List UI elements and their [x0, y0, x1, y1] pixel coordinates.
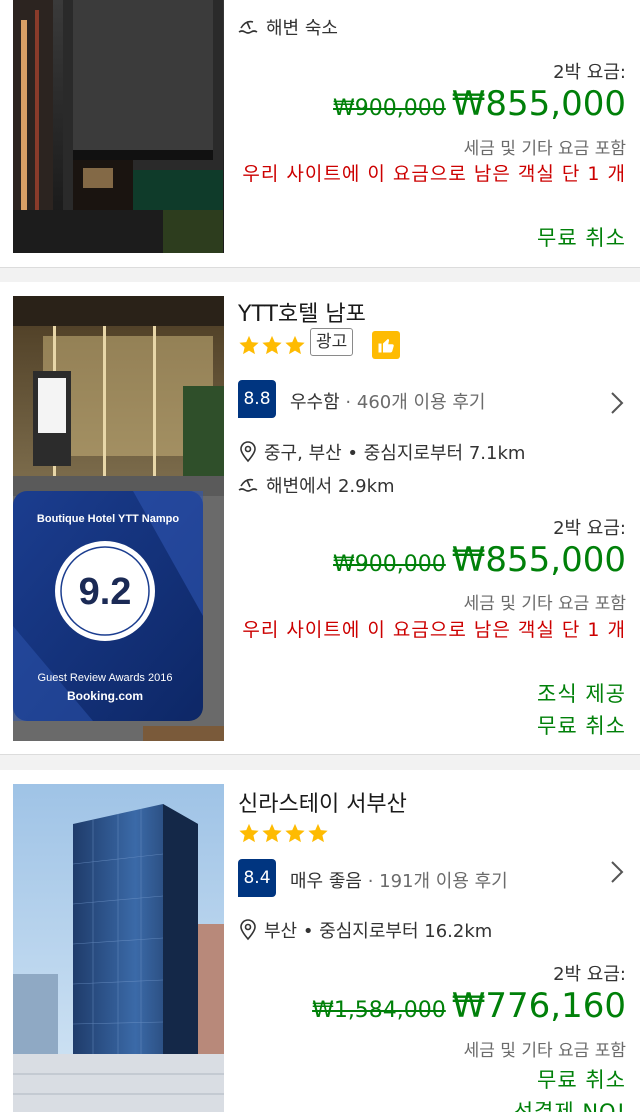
hotel-name[interactable]: 신라스테이 서부산 — [238, 786, 407, 818]
star-icon — [262, 335, 282, 355]
price-row: ₩900,000 ₩855,000 — [333, 540, 626, 580]
hotel-entrance-photo: Boutique Hotel YTT Nampo 9.2 Guest Revie… — [13, 296, 224, 741]
star-rating — [238, 822, 329, 844]
hotel-photo[interactable]: Boutique Hotel YTT Nampo 9.2 Guest Revie… — [13, 296, 224, 741]
hotel-card[interactable]: 신라스테이 서부산 8.4 매우 좋음 · 191개 이용 후기 부산 • 중심… — [0, 770, 640, 1112]
review-count: · 460개 이용 후기 — [345, 392, 486, 413]
preferred-partner-badge — [372, 331, 400, 359]
location-text: 부산 • 중심지로부터 16.2km — [264, 921, 493, 942]
location-text: 중구, 부산 • 중심지로부터 7.1km — [264, 443, 526, 464]
score-word: 매우 좋음 — [290, 871, 362, 892]
no-prepayment: 선결제 NO! — [513, 1100, 626, 1112]
sign-brand: Booking.com — [67, 689, 143, 703]
hotel-photo[interactable] — [13, 0, 224, 253]
nights-label: 2박 요금: — [553, 62, 626, 83]
review-score[interactable]: 8.8 — [238, 380, 276, 418]
scarcity-message: 우리 사이트에 이 요금으로 남은 객실 단 1 개 — [242, 619, 626, 641]
star-icon — [239, 823, 259, 843]
beach-icon — [238, 478, 258, 492]
star-icon — [239, 335, 259, 355]
hotel-card[interactable]: Boutique Hotel YTT Nampo 9.2 Guest Revie… — [0, 282, 640, 754]
beach-icon — [238, 20, 258, 34]
location-info: 부산 • 중심지로부터 16.2km — [238, 917, 492, 943]
discounted-price: ₩776,160 — [451, 986, 626, 1026]
original-price: ₩900,000 — [333, 552, 446, 577]
scarcity-message: 우리 사이트에 이 요금으로 남은 객실 단 1 개 — [242, 163, 626, 185]
score-word: 우수함 — [290, 392, 340, 413]
chevron-right-icon[interactable] — [610, 391, 624, 415]
star-rating — [238, 334, 306, 356]
discounted-price: ₩855,000 — [451, 84, 626, 124]
original-price: ₩1,584,000 — [312, 998, 446, 1023]
discounted-price: ₩855,000 — [451, 540, 626, 580]
free-cancellation: 무료 취소 — [537, 714, 626, 738]
price-row: ₩900,000 ₩855,000 — [333, 84, 626, 124]
star-icon — [285, 823, 305, 843]
location-info: 중구, 부산 • 중심지로부터 7.1km — [238, 439, 525, 465]
beach-info: 해변에서 2.9km — [238, 472, 395, 498]
beach-label: 해변 숙소 — [266, 18, 338, 39]
thumbs-up-icon — [378, 339, 394, 353]
ad-badge: 광고 — [310, 328, 354, 356]
building-night-photo — [13, 0, 224, 253]
star-icon — [308, 823, 328, 843]
review-summary[interactable]: 우수함 · 460개 이용 후기 — [290, 388, 485, 414]
review-count: · 191개 이용 후기 — [367, 871, 508, 892]
price-row: ₩1,584,000 ₩776,160 — [312, 986, 626, 1026]
card-divider — [0, 754, 640, 755]
star-icon — [262, 823, 282, 843]
review-summary[interactable]: 매우 좋음 · 191개 이용 후기 — [290, 867, 508, 893]
tax-note: 세금 및 기타 요금 포함 — [463, 1041, 626, 1061]
free-cancellation: 무료 취소 — [537, 226, 626, 250]
free-cancellation: 무료 취소 — [537, 1068, 626, 1092]
tower-building-photo — [13, 784, 224, 1112]
nights-label: 2박 요금: — [553, 518, 626, 539]
original-price: ₩900,000 — [333, 96, 446, 121]
hotel-name[interactable]: YTT호텔 남포 — [238, 296, 366, 328]
sign-score: 9.2 — [79, 571, 132, 613]
tax-note: 세금 및 기타 요금 포함 — [463, 139, 626, 159]
nights-label: 2박 요금: — [553, 964, 626, 985]
card-divider — [0, 267, 640, 268]
star-icon — [285, 335, 305, 355]
sign-title: Boutique Hotel YTT Nampo — [37, 513, 179, 525]
beach-info: 해변 숙소 — [238, 14, 338, 40]
review-score[interactable]: 8.4 — [238, 859, 276, 897]
map-pin-icon — [240, 919, 256, 941]
map-pin-icon — [240, 441, 256, 463]
sign-award: Guest Review Awards 2016 — [38, 672, 173, 684]
beach-text: 해변에서 2.9km — [266, 476, 395, 497]
hotel-photo[interactable] — [13, 784, 224, 1112]
hotel-card[interactable]: 해변 숙소 2박 요금: ₩900,000 ₩855,000 세금 및 기타 요… — [0, 0, 640, 267]
chevron-right-icon[interactable] — [610, 860, 624, 884]
tax-note: 세금 및 기타 요금 포함 — [463, 594, 626, 614]
breakfast-included: 조식 제공 — [537, 682, 626, 706]
